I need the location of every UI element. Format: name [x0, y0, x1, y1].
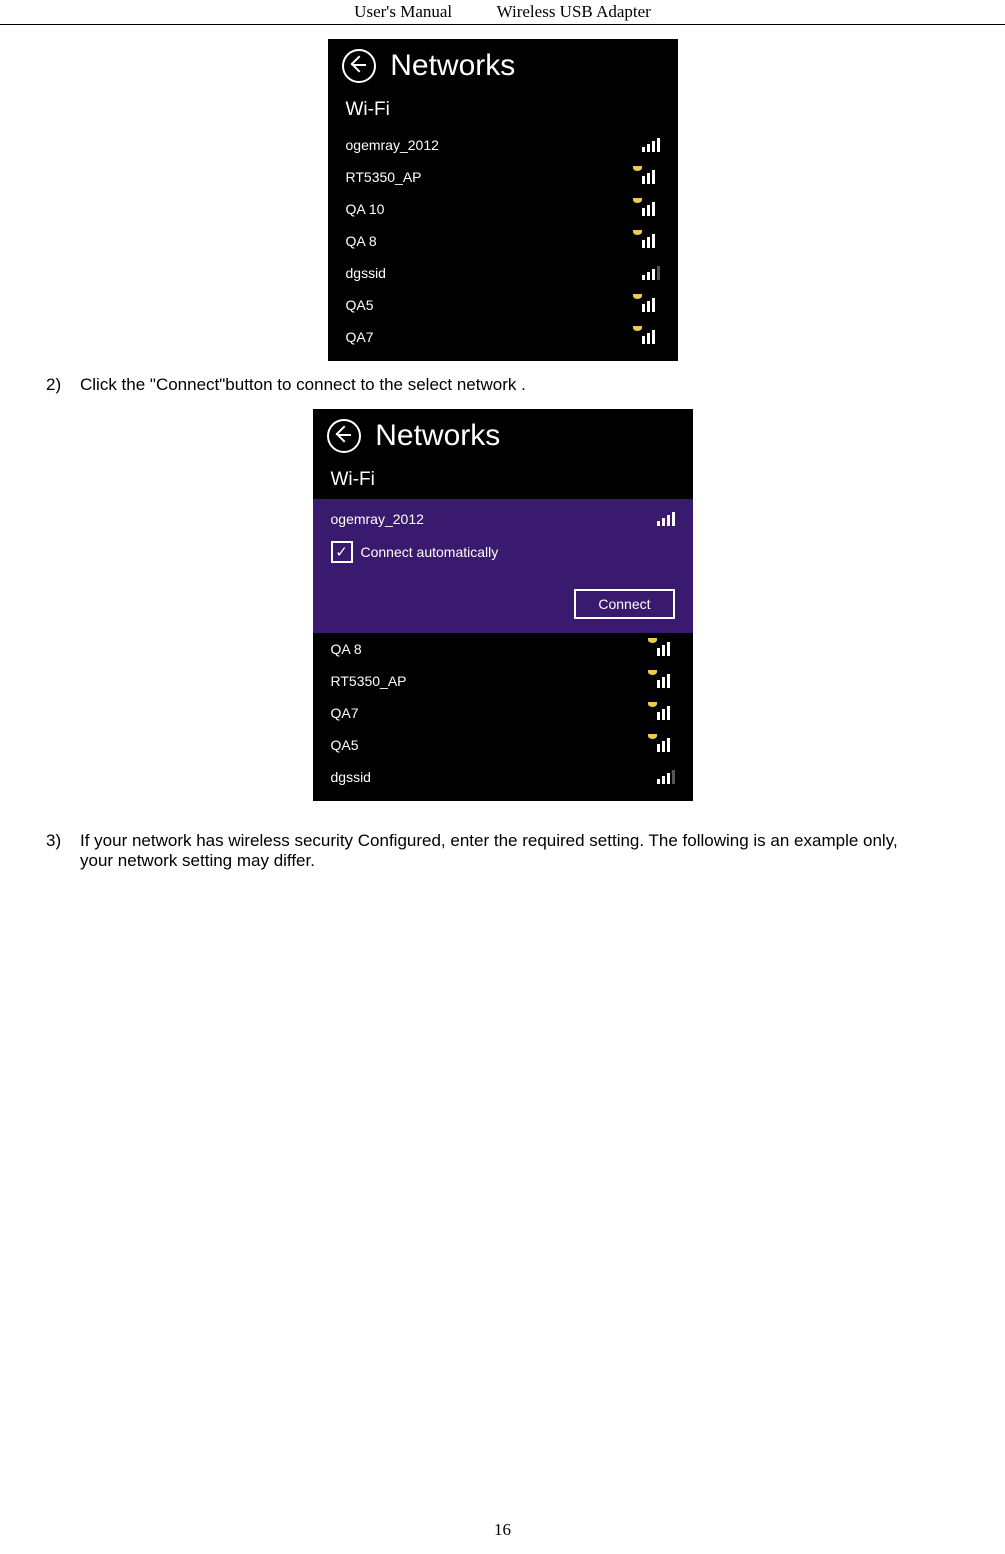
- header-right: Wireless USB Adapter: [497, 2, 651, 22]
- network-item[interactable]: QA5: [313, 729, 693, 761]
- signal-icon: [642, 234, 660, 248]
- signal-icon: [642, 330, 660, 344]
- signal-icon: [642, 202, 660, 216]
- network-ssid: ogemray_2012: [346, 137, 439, 153]
- network-item[interactable]: QA 8: [328, 225, 678, 257]
- network-ssid: ogemray_2012: [331, 511, 424, 527]
- network-ssid: QA5: [346, 297, 374, 313]
- network-item[interactable]: ogemray_2012: [328, 129, 678, 161]
- network-item[interactable]: QA7: [313, 697, 693, 729]
- signal-icon: [657, 642, 675, 656]
- signal-icon: [657, 738, 675, 752]
- panel-title: Networks: [390, 49, 515, 83]
- page-number: 16: [0, 1520, 1005, 1540]
- signal-icon: [642, 138, 660, 152]
- connect-automatically-checkbox[interactable]: ✓: [331, 541, 353, 563]
- networks-panel-1: Networks Wi-Fi ogemray_2012 RT5350_AP QA 1…: [328, 39, 678, 361]
- signal-icon: [657, 770, 675, 784]
- network-ssid: QA 8: [346, 233, 377, 249]
- step-text: If your network has wireless security Co…: [80, 831, 925, 871]
- network-ssid: QA5: [331, 737, 359, 753]
- step-number: 2): [46, 375, 80, 395]
- step-3: 3) If your network has wireless security…: [46, 831, 925, 871]
- network-item[interactable]: QA 8: [313, 633, 693, 665]
- connect-button[interactable]: Connect: [574, 589, 674, 619]
- network-ssid: QA7: [331, 705, 359, 721]
- panel-title: Networks: [375, 419, 500, 453]
- wifi-section-label: Wi-Fi: [346, 99, 678, 121]
- signal-icon: [642, 298, 660, 312]
- connect-automatically-label: Connect automatically: [361, 544, 499, 560]
- network-ssid: dgssid: [346, 265, 386, 281]
- network-item[interactable]: dgssid: [328, 257, 678, 289]
- wifi-section-label: Wi-Fi: [331, 469, 693, 491]
- signal-icon: [657, 674, 675, 688]
- signal-icon: [642, 266, 660, 280]
- signal-icon: [657, 512, 675, 526]
- network-ssid: QA7: [346, 329, 374, 345]
- network-item[interactable]: RT5350_AP: [313, 665, 693, 697]
- header-left: User's Manual: [354, 2, 452, 22]
- step-number: 3): [46, 831, 80, 871]
- network-ssid: RT5350_AP: [346, 169, 422, 185]
- network-item[interactable]: QA7: [328, 321, 678, 353]
- network-ssid: QA 8: [331, 641, 362, 657]
- step-text: Click the "Connect"button to connect to …: [80, 375, 925, 395]
- network-item[interactable]: QA5: [328, 289, 678, 321]
- network-item[interactable]: RT5350_AP: [328, 161, 678, 193]
- network-ssid: dgssid: [331, 769, 371, 785]
- signal-icon: [657, 706, 675, 720]
- networks-panel-2: Networks Wi-Fi ogemray_2012 ✓ Connect au…: [313, 409, 693, 801]
- network-ssid: RT5350_AP: [331, 673, 407, 689]
- network-ssid: QA 10: [346, 201, 385, 217]
- network-item[interactable]: dgssid: [313, 761, 693, 793]
- page-header: User's Manual Wireless USB Adapter: [0, 0, 1005, 25]
- signal-icon: [642, 170, 660, 184]
- network-item[interactable]: QA 10: [328, 193, 678, 225]
- selected-network[interactable]: ogemray_2012 ✓ Connect automatically Con…: [313, 499, 693, 633]
- back-icon[interactable]: [342, 49, 376, 83]
- step-2: 2) Click the "Connect"button to connect …: [46, 375, 925, 395]
- back-icon[interactable]: [327, 419, 361, 453]
